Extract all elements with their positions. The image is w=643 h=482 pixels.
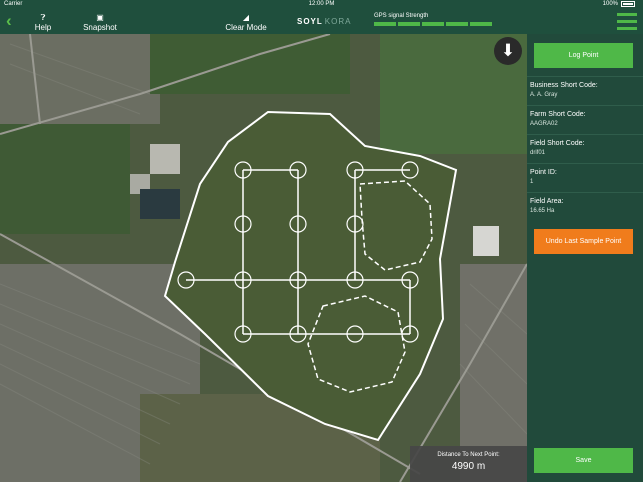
field-value: 1: [530, 179, 534, 185]
north-arrow-icon[interactable]: ⬇: [494, 37, 522, 65]
distance-label: Distance To Next Point:: [437, 452, 500, 458]
clear-mode-label: Clear Mode: [225, 23, 267, 32]
clock: 12:00 PM: [308, 1, 335, 7]
gps-bar: [398, 22, 420, 26]
field-value: drif01: [530, 150, 546, 156]
field-label: Point ID:: [530, 169, 557, 176]
battery-indicator: 100%: [603, 1, 635, 7]
back-chevron-icon[interactable]: ‹: [6, 11, 12, 31]
gps-bar: [374, 22, 396, 26]
battery-icon: [621, 1, 635, 7]
field-code-field: Field Short Code: drif01: [527, 134, 643, 163]
snapshot-label: Snapshot: [83, 23, 117, 32]
distance-panel: Distance To Next Point: 4990 m: [410, 446, 527, 482]
field-label: Field Short Code:: [530, 140, 585, 147]
hamburger-menu-icon[interactable]: [617, 13, 637, 30]
field-label: Farm Short Code:: [530, 111, 586, 118]
field-value: 16.65 Ha: [530, 208, 555, 214]
gps-label: GPS signal Strength: [374, 13, 429, 19]
map-canvas: [0, 34, 527, 482]
brand-logo: SOYL KORA: [297, 17, 351, 26]
gps-bar: [470, 22, 492, 26]
business-code-field: Business Short Code: A. A. Gray: [527, 76, 643, 105]
log-point-button[interactable]: Log Point: [534, 43, 633, 68]
status-bar: Carrier 12:00 PM 100%: [0, 0, 643, 10]
brand-primary: SOYL: [297, 17, 323, 26]
snapshot-button[interactable]: ▣ Snapshot: [80, 10, 120, 34]
farm-code-field: Farm Short Code: AAGRA02: [527, 105, 643, 134]
gps-bar: [422, 22, 444, 26]
brand-secondary: KORA: [324, 17, 352, 26]
help-label: Help: [34, 23, 52, 32]
clear-mode-button[interactable]: ◢ Clear Mode: [222, 10, 270, 34]
point-id-field: Point ID: 1: [527, 163, 643, 192]
gps-signal-bars: [374, 22, 492, 26]
undo-last-sample-point-button[interactable]: Undo Last Sample Point: [534, 229, 633, 254]
toolbar: ‹ ❓︎ Help ▣ Snapshot ◢ Clear Mode SOYL KO…: [0, 10, 643, 34]
field-area-field: Field Area: 16.65 Ha: [527, 192, 643, 221]
satellite-map[interactable]: ⬇ Distance To Next Point: 4990 m: [0, 34, 527, 482]
distance-value: 4990 m: [451, 461, 486, 472]
field-label: Business Short Code:: [530, 82, 598, 89]
field-value: AAGRA02: [530, 121, 558, 127]
clear-mode-icon: ◢: [242, 13, 250, 22]
snapshot-icon: ▣: [96, 13, 104, 22]
gps-bar: [446, 22, 468, 26]
battery-percent: 100%: [602, 1, 618, 7]
field-value: A. A. Gray: [530, 92, 558, 98]
field-label: Field Area:: [530, 198, 564, 205]
save-button[interactable]: Save: [534, 448, 633, 473]
help-button[interactable]: ❓︎ Help: [28, 10, 58, 34]
help-icon: ❓︎: [40, 13, 46, 22]
